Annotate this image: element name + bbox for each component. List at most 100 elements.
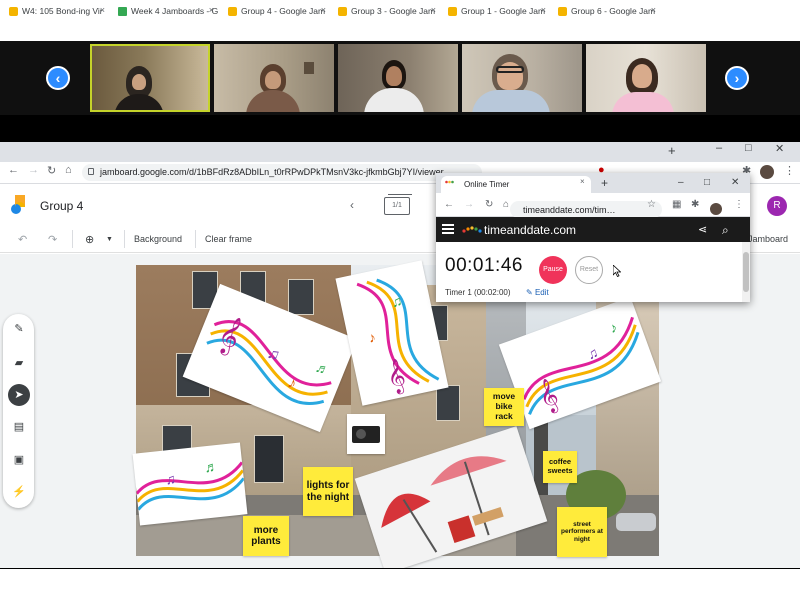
participant-video-1[interactable] (90, 44, 210, 112)
avatar[interactable]: R (767, 196, 787, 216)
search-icon[interactable]: ⌕ (722, 223, 729, 238)
menu-dots-icon[interactable]: ⋮ (784, 164, 795, 177)
participant-video-4[interactable] (462, 44, 582, 112)
url-field[interactable]: jamboard.google.com/d/1bBFdRz8ADbILn_t0r… (82, 164, 482, 181)
jamboard-button[interactable]: Jamboard (748, 234, 788, 244)
browser-tab-strip (0, 142, 800, 162)
close-tab-icon[interactable]: × (209, 5, 214, 15)
reset-button[interactable]: Reset (575, 256, 603, 284)
timer-name-label: Timer 1 (00:02:00) (445, 288, 511, 297)
music-notes-image[interactable]: ♫ ♬ (132, 442, 248, 526)
timeanddate-favicon-icon (445, 180, 454, 184)
minimize-icon[interactable]: – (716, 142, 722, 154)
tool-sidebar: ✎ ▰ ➤ ▤ ▣ ⚡ (3, 314, 34, 508)
gallery-next-button[interactable]: › (725, 66, 749, 90)
browser-tab[interactable]: Group 6 - Google Jam × (552, 2, 660, 20)
participant-video-5[interactable] (586, 44, 706, 112)
tab-label: Group 4 - Google Jam (241, 6, 326, 16)
forward-icon[interactable]: → (28, 164, 39, 176)
new-tab-button[interactable]: + (601, 177, 608, 189)
chevron-down-icon[interactable]: ▼ (106, 236, 113, 243)
select-pointer-icon[interactable]: ➤ (8, 384, 30, 406)
hamburger-menu-icon[interactable] (442, 224, 454, 234)
edit-link[interactable]: ✎ Edit (526, 288, 549, 297)
parked-car (616, 513, 656, 531)
back-icon[interactable]: ← (444, 199, 454, 210)
zoom-control-area (0, 115, 800, 142)
zoom-favicon-icon (9, 6, 18, 16)
close-tab-icon[interactable]: × (431, 5, 436, 15)
sticky-note[interactable]: more plants (243, 516, 289, 556)
back-icon[interactable]: ← (8, 164, 19, 176)
reload-icon[interactable]: ↻ (485, 199, 493, 210)
home-icon[interactable]: ⌂ (65, 164, 72, 176)
share-icon[interactable]: ⋖ (698, 223, 707, 236)
sticky-note[interactable]: coffee sweets (543, 451, 577, 483)
board-title[interactable]: Group 4 (40, 199, 83, 213)
tab-label: Week 4 Jamboards - G (131, 6, 218, 16)
tab-label: Group 1 - Google Jam (461, 6, 546, 16)
popup-tab[interactable]: Online Timer (441, 176, 591, 193)
zoom-icon[interactable]: ⊕ (85, 233, 94, 246)
chevron-left-icon[interactable]: ‹ (350, 198, 354, 212)
scrollbar-thumb[interactable] (743, 252, 749, 292)
extensions-puzzle-icon[interactable]: ✱ (691, 199, 699, 210)
profile-avatar[interactable] (710, 203, 722, 215)
clear-frame-button[interactable]: Clear frame (205, 234, 252, 244)
new-tab-button[interactable]: + (668, 143, 676, 158)
building-window (436, 385, 460, 421)
browser-tab[interactable]: Group 3 - Google Jam × (332, 2, 440, 20)
participant-video-3[interactable] (338, 44, 458, 112)
mouse-cursor-icon (613, 265, 621, 277)
browser-tab-active[interactable]: Group 4 - Google Jam × (222, 2, 330, 20)
close-tab-icon[interactable]: × (541, 5, 546, 15)
frame-bar-button[interactable]: 1/1 (384, 194, 412, 215)
svg-text:♬: ♬ (204, 458, 220, 475)
close-tab-icon[interactable]: × (651, 5, 656, 15)
undo-icon[interactable]: ↶ (18, 233, 27, 246)
gallery-prev-button[interactable]: ‹ (46, 66, 70, 90)
radio-dial (356, 429, 366, 439)
site-brand[interactable]: timeanddate.com (484, 223, 576, 237)
browser-tab[interactable]: Group 1 - Google Jam × (442, 2, 550, 20)
toolbar-divider (124, 230, 125, 248)
timer-popup-window[interactable]: Online Timer × + – □ ✕ ← → ↻ ⌂ timeandda… (436, 173, 750, 302)
eraser-icon[interactable]: ▰ (12, 356, 26, 370)
browser-tab[interactable]: W4: 105 Bond-ing Vir × (3, 2, 109, 20)
menu-dots-icon[interactable]: ⋮ (734, 199, 744, 210)
minimize-icon[interactable]: – (678, 177, 684, 188)
jamboard-favicon-icon (558, 6, 567, 16)
browser-tab[interactable]: Week 4 Jamboards - G × (112, 2, 218, 20)
close-tab-icon[interactable]: × (100, 5, 105, 15)
toolbar-divider (195, 230, 196, 248)
redo-icon[interactable]: ↷ (48, 233, 57, 246)
jamboard-favicon-icon (448, 6, 457, 16)
close-tab-icon[interactable]: × (580, 177, 585, 186)
close-window-icon[interactable]: ✕ (731, 177, 739, 188)
qr-icon[interactable]: ▦ (672, 199, 681, 210)
home-icon[interactable]: ⌂ (503, 199, 509, 210)
lock-icon (88, 168, 94, 175)
laser-icon[interactable]: ⚡ (12, 485, 26, 499)
sticky-note[interactable]: move bike rack (484, 388, 524, 426)
radio-image[interactable] (347, 414, 385, 454)
profile-avatar[interactable] (760, 165, 774, 179)
bookmark-star-icon[interactable]: ☆ (647, 199, 656, 210)
sticky-note-icon[interactable]: ▤ (12, 420, 26, 434)
music-staff-graphic: ♫ ♬ (135, 458, 245, 511)
pause-button[interactable]: Pause (539, 256, 567, 284)
sticky-note[interactable]: lights for the night (303, 467, 353, 516)
maximize-icon[interactable]: □ (704, 177, 710, 188)
close-tab-icon[interactable]: × (321, 5, 326, 15)
close-window-icon[interactable]: ✕ (775, 142, 784, 155)
svg-text:♫: ♫ (585, 344, 600, 363)
image-icon[interactable]: ▣ (12, 453, 26, 467)
sticky-note[interactable]: street performers at night (557, 507, 607, 557)
maximize-icon[interactable]: □ (745, 142, 752, 154)
background-button[interactable]: Background (134, 234, 182, 244)
participant-video-2[interactable] (214, 44, 334, 112)
tab-label: Online Timer (464, 180, 510, 189)
pen-icon[interactable]: ✎ (12, 322, 26, 336)
reload-icon[interactable]: ↻ (47, 164, 56, 177)
forward-icon[interactable]: → (464, 199, 474, 210)
